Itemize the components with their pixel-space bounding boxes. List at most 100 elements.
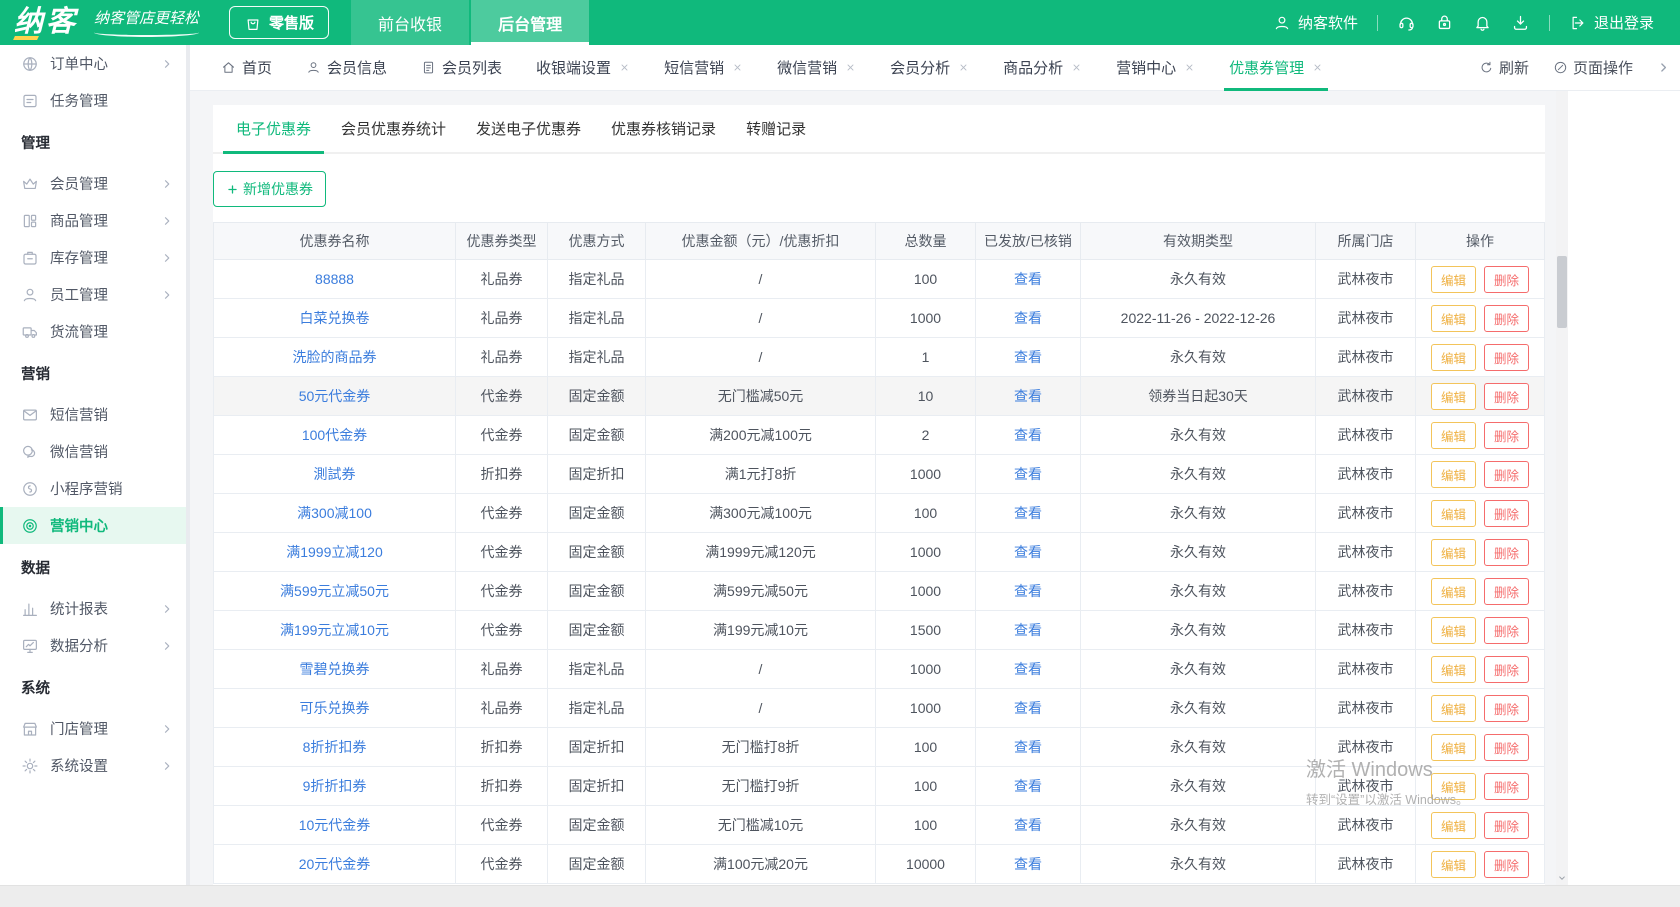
view-link[interactable]: 查看: [1014, 427, 1042, 443]
edit-button[interactable]: 编辑: [1431, 812, 1476, 839]
view-link[interactable]: 查看: [1014, 310, 1042, 326]
edit-button[interactable]: 编辑: [1431, 422, 1476, 449]
page-tab[interactable]: 会员列表: [404, 45, 519, 91]
page-tab[interactable]: 短信营销: [647, 45, 760, 91]
sidebar-item[interactable]: 小程序营销: [0, 470, 186, 507]
edition-button[interactable]: 零售版: [229, 6, 329, 39]
view-link[interactable]: 查看: [1014, 544, 1042, 560]
page-tab[interactable]: 商品分析: [986, 45, 1099, 91]
coupon-name-link[interactable]: 白菜兑换卷: [300, 310, 370, 326]
view-link[interactable]: 查看: [1014, 700, 1042, 716]
view-link[interactable]: 查看: [1014, 661, 1042, 677]
close-tab-button[interactable]: [1312, 62, 1323, 73]
download-button[interactable]: [1511, 13, 1530, 32]
delete-button[interactable]: 删除: [1484, 422, 1529, 449]
edit-button[interactable]: 编辑: [1431, 344, 1476, 371]
edit-button[interactable]: 编辑: [1431, 695, 1476, 722]
coupon-name-link[interactable]: 满199元立减10元: [280, 622, 389, 638]
edit-button[interactable]: 编辑: [1431, 734, 1476, 761]
coupon-name-link[interactable]: 9折折扣券: [303, 778, 367, 794]
support-button[interactable]: [1397, 13, 1416, 32]
page-tab[interactable]: 收银端设置: [519, 45, 647, 91]
delete-button[interactable]: 删除: [1484, 383, 1529, 410]
coupon-tab[interactable]: 发送电子优惠券: [461, 105, 596, 152]
coupon-name-link[interactable]: 满599元立减50元: [280, 583, 389, 599]
sidebar-item[interactable]: 货流管理: [0, 313, 186, 350]
sidebar-item[interactable]: 系统设置: [0, 747, 186, 784]
view-link[interactable]: 查看: [1014, 622, 1042, 638]
sidebar-item[interactable]: 商品管理: [0, 202, 186, 239]
coupon-name-link[interactable]: 20元代金券: [299, 856, 371, 872]
delete-button[interactable]: 删除: [1484, 539, 1529, 566]
sidebar-item[interactable]: 订单中心: [0, 45, 186, 82]
coupon-name-link[interactable]: 满300减100: [297, 505, 372, 521]
page-tab[interactable]: 首页: [204, 45, 289, 91]
view-link[interactable]: 查看: [1014, 349, 1042, 365]
coupon-name-link[interactable]: 10元代金券: [299, 817, 371, 833]
notifications-button[interactable]: [1473, 13, 1492, 32]
sidebar-item[interactable]: 营销中心: [0, 507, 186, 544]
coupon-name-link[interactable]: 雪碧兑换券: [300, 661, 370, 677]
edit-button[interactable]: 编辑: [1431, 305, 1476, 332]
sidebar-item[interactable]: 统计报表: [0, 590, 186, 627]
page-tab[interactable]: 微信营销: [760, 45, 873, 91]
scrollbar-down-arrow[interactable]: [1556, 873, 1568, 883]
vertical-scrollbar[interactable]: [1556, 91, 1568, 885]
close-tab-button[interactable]: [958, 62, 969, 73]
sidebar-item[interactable]: 会员管理: [0, 165, 186, 202]
edit-button[interactable]: 编辑: [1431, 851, 1476, 878]
delete-button[interactable]: 删除: [1484, 851, 1529, 878]
coupon-name-link[interactable]: 測試券: [314, 466, 356, 482]
tab-backend-admin[interactable]: 后台管理: [471, 0, 589, 45]
tab-front-cashier[interactable]: 前台收银: [351, 0, 469, 45]
delete-button[interactable]: 删除: [1484, 461, 1529, 488]
close-tab-button[interactable]: [845, 62, 856, 73]
sidebar-item[interactable]: 库存管理: [0, 239, 186, 276]
edit-button[interactable]: 编辑: [1431, 383, 1476, 410]
expand-tools-button[interactable]: [1657, 61, 1670, 74]
coupon-name-link[interactable]: 满1999立减120: [286, 544, 383, 560]
coupon-name-link[interactable]: 洗脸的商品券: [293, 349, 377, 365]
page-operations-button[interactable]: 页面操作: [1553, 57, 1633, 78]
close-tab-button[interactable]: [732, 62, 743, 73]
lock-screen-button[interactable]: [1435, 13, 1454, 32]
sidebar-item[interactable]: 员工管理: [0, 276, 186, 313]
edit-button[interactable]: 编辑: [1431, 461, 1476, 488]
delete-button[interactable]: 删除: [1484, 617, 1529, 644]
edit-button[interactable]: 编辑: [1431, 617, 1476, 644]
delete-button[interactable]: 删除: [1484, 812, 1529, 839]
scrollbar-thumb[interactable]: [1557, 256, 1567, 328]
coupon-name-link[interactable]: 可乐兑换券: [300, 700, 370, 716]
logout-button[interactable]: 退出登录: [1569, 12, 1654, 33]
delete-button[interactable]: 删除: [1484, 266, 1529, 293]
view-link[interactable]: 查看: [1014, 466, 1042, 482]
coupon-tab[interactable]: 会员优惠券统计: [326, 105, 461, 152]
delete-button[interactable]: 删除: [1484, 656, 1529, 683]
coupon-tab[interactable]: 电子优惠券: [221, 105, 326, 152]
edit-button[interactable]: 编辑: [1431, 500, 1476, 527]
view-link[interactable]: 查看: [1014, 388, 1042, 404]
coupon-name-link[interactable]: 100代金券: [302, 427, 367, 443]
edit-button[interactable]: 编辑: [1431, 266, 1476, 293]
delete-button[interactable]: 删除: [1484, 773, 1529, 800]
close-tab-button[interactable]: [1184, 62, 1195, 73]
delete-button[interactable]: 删除: [1484, 344, 1529, 371]
page-tab[interactable]: 优惠券管理: [1212, 45, 1340, 91]
edit-button[interactable]: 编辑: [1431, 539, 1476, 566]
delete-button[interactable]: 删除: [1484, 578, 1529, 605]
coupon-name-link[interactable]: 88888: [315, 271, 354, 287]
edit-button[interactable]: 编辑: [1431, 578, 1476, 605]
sidebar-item[interactable]: 短信营销: [0, 396, 186, 433]
delete-button[interactable]: 删除: [1484, 305, 1529, 332]
delete-button[interactable]: 删除: [1484, 500, 1529, 527]
sidebar-item[interactable]: 微信营销: [0, 433, 186, 470]
delete-button[interactable]: 删除: [1484, 734, 1529, 761]
page-tab[interactable]: 会员信息: [289, 45, 404, 91]
view-link[interactable]: 查看: [1014, 778, 1042, 794]
coupon-name-link[interactable]: 8折折扣券: [303, 739, 367, 755]
refresh-button[interactable]: 刷新: [1479, 57, 1529, 78]
delete-button[interactable]: 删除: [1484, 695, 1529, 722]
sidebar-item[interactable]: 门店管理: [0, 710, 186, 747]
view-link[interactable]: 查看: [1014, 856, 1042, 872]
sidebar-item[interactable]: 任务管理: [0, 82, 186, 119]
